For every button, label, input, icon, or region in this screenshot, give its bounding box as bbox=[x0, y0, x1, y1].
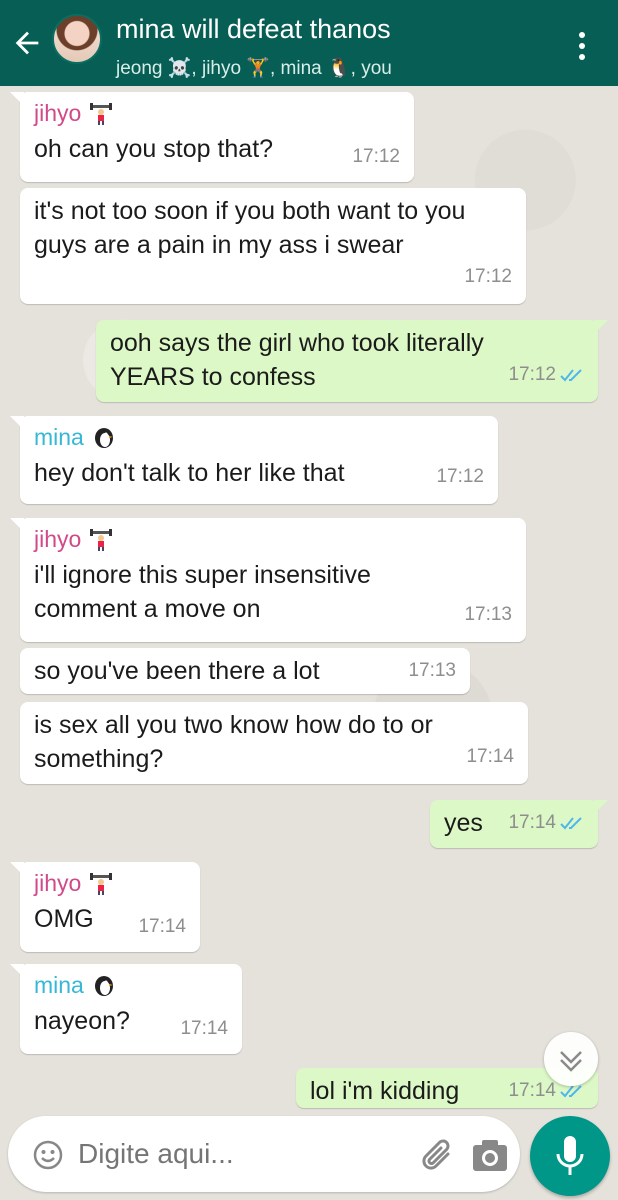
kebab-menu-icon[interactable] bbox=[572, 30, 592, 62]
message-time: 17:14 bbox=[180, 1018, 228, 1039]
microphone-icon bbox=[556, 1136, 584, 1175]
message-bubble[interactable]: mina nayeon? 17:14 bbox=[10, 964, 242, 1054]
message-bubble[interactable]: is sex all you two know how do to or som… bbox=[20, 702, 528, 784]
message-bubble[interactable]: it's not too soon if you both want to yo… bbox=[20, 188, 526, 304]
message-input-bar bbox=[8, 1116, 520, 1192]
chevron-down-icon bbox=[560, 1051, 582, 1072]
sender-name: jihyo bbox=[34, 524, 512, 554]
time-label: 17:14 bbox=[508, 812, 556, 833]
sender-name: mina bbox=[34, 970, 228, 1000]
message-text: so you've been there a lot bbox=[34, 657, 320, 685]
message-bubble-outgoing[interactable]: yes 17:14 bbox=[430, 800, 608, 848]
message-bubble[interactable]: so you've been there a lot 17:13 bbox=[20, 648, 470, 694]
sender-label: jihyo bbox=[34, 100, 82, 126]
sender-label: jihyo bbox=[34, 870, 82, 896]
sender-name: jihyo bbox=[34, 98, 400, 128]
paperclip-icon[interactable] bbox=[418, 1134, 460, 1176]
message-bubble-outgoing[interactable]: ooh says the girl who took literally YEA… bbox=[96, 320, 608, 402]
chat-title[interactable]: mina will defeat thanos bbox=[116, 14, 391, 45]
sender-name: mina bbox=[34, 422, 484, 452]
penguin-icon bbox=[94, 428, 113, 448]
message-input[interactable] bbox=[78, 1138, 398, 1170]
message-time: 17:14 bbox=[138, 916, 186, 937]
message-text: ooh says the girl who took literally YEA… bbox=[110, 329, 484, 391]
sender-name: jihyo bbox=[34, 868, 186, 898]
scroll-to-bottom-button[interactable] bbox=[544, 1032, 598, 1086]
double-check-icon bbox=[560, 369, 582, 382]
mic-button[interactable] bbox=[530, 1116, 610, 1196]
weightlifter-icon bbox=[90, 873, 113, 895]
message-time: 17:12 bbox=[464, 266, 512, 287]
message-bubble[interactable]: mina hey don't talk to her like that 17:… bbox=[10, 416, 498, 504]
message-bubble[interactable]: jihyo oh can you stop that? 17:12 bbox=[10, 92, 414, 182]
sender-label: mina bbox=[34, 972, 84, 998]
chat-participants[interactable]: jeong ☠️, jihyo 🏋️, mina 🐧, you bbox=[116, 56, 392, 80]
message-text: hey don't talk to her like that bbox=[34, 459, 345, 487]
message-time: 17:12 bbox=[508, 358, 584, 392]
weightlifter-icon bbox=[90, 529, 113, 551]
message-bubble[interactable]: jihyo OMG 17:14 bbox=[10, 862, 200, 952]
message-bubble[interactable]: jihyo i'll ignore this super insensitive… bbox=[10, 518, 526, 642]
message-text: is sex all you two know how do to or som… bbox=[34, 711, 433, 773]
message-time: 17:14 bbox=[466, 746, 514, 767]
smiley-icon[interactable] bbox=[32, 1139, 64, 1171]
double-check-icon bbox=[560, 817, 582, 830]
time-label: 17:12 bbox=[508, 364, 556, 385]
message-text: i'll ignore this super insensitive comme… bbox=[34, 561, 371, 623]
message-time: 17:12 bbox=[352, 146, 400, 167]
message-time: 17:13 bbox=[464, 604, 512, 625]
message-time: 17:12 bbox=[436, 466, 484, 487]
group-avatar[interactable] bbox=[52, 14, 102, 64]
weightlifter-icon bbox=[90, 103, 113, 125]
sender-label: jihyo bbox=[34, 526, 82, 552]
camera-icon[interactable] bbox=[470, 1136, 510, 1174]
chat-header: mina will defeat thanos jeong ☠️, jihyo … bbox=[0, 0, 618, 86]
message-text: oh can you stop that? bbox=[34, 135, 274, 163]
message-text: it's not too soon if you both want to yo… bbox=[34, 197, 466, 259]
penguin-icon bbox=[94, 976, 113, 996]
arrow-left-icon[interactable] bbox=[10, 26, 44, 60]
sender-label: mina bbox=[34, 424, 84, 450]
message-time: 17:14 bbox=[508, 806, 584, 840]
message-time: 17:13 bbox=[408, 660, 456, 681]
